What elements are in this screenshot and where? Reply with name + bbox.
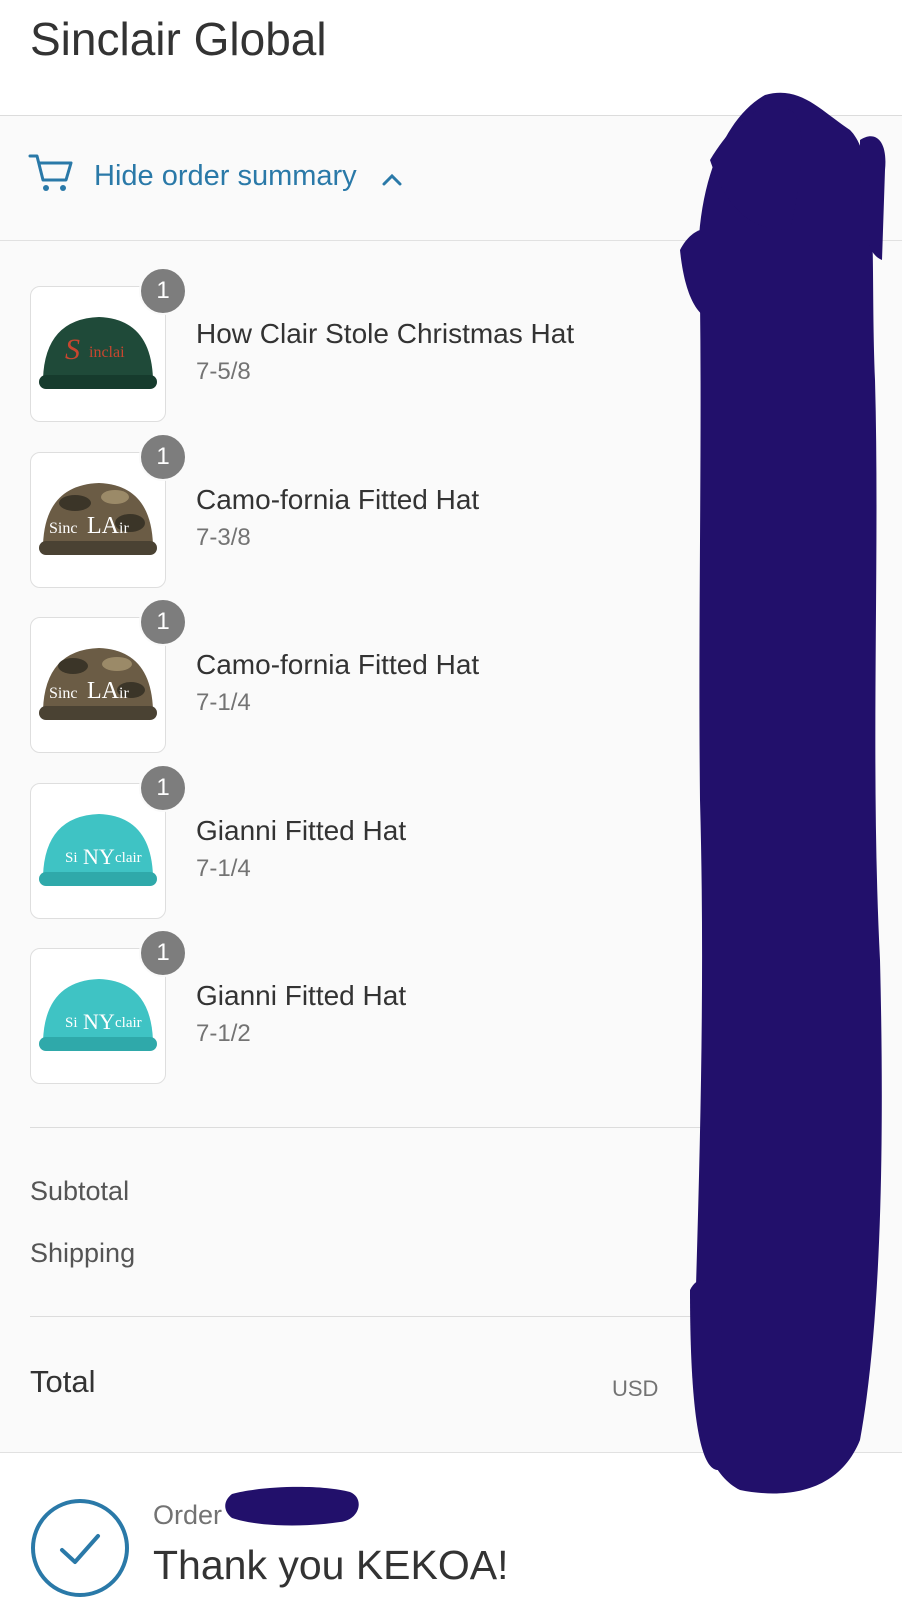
thank-you-message: Thank you KEKOA! <box>153 1542 509 1588</box>
currency-label: USD <box>612 1376 659 1401</box>
divider <box>30 1316 702 1317</box>
line-item: Si NY clair 1 Gianni Fitted Hat 7-1/4 <box>30 764 670 919</box>
line-item: S inclai 1 How Clair Stole Christmas Hat… <box>30 267 670 422</box>
chevron-up-icon <box>382 173 402 186</box>
green-hat-image: S inclai 1 <box>30 267 187 422</box>
line-item: Sinc LA ir 1 Camo-fornia Fitted Hat 7-3/… <box>30 433 670 588</box>
shipping-label: Shipping <box>30 1238 136 1268</box>
line-item: Si NY clair 1 Gianni Fitted Hat 7-1/2 <box>30 929 670 1084</box>
camo-hat-image: Sinc LA ir 1 <box>30 598 187 753</box>
order-summary-toggle[interactable]: Hide order summary <box>0 116 902 241</box>
teal-hat-image: Si NY clair 1 <box>30 929 187 1084</box>
divider <box>30 1127 702 1128</box>
toggle-label[interactable]: Hide order summary <box>94 160 357 193</box>
store-name: Sinclair Global <box>30 13 327 65</box>
item-variant: 7-1/2 <box>196 1020 251 1047</box>
quantity-badge: 1 <box>139 929 187 977</box>
checkmark-icon <box>31 1499 129 1597</box>
store-header: Sinclair Global <box>0 0 902 116</box>
teal-hat-image: Si NY clair 1 <box>30 764 187 919</box>
subtotal-label: Subtotal <box>30 1176 130 1206</box>
svg-text:clair: clair <box>115 850 142 866</box>
svg-text:ir: ir <box>119 685 129 702</box>
svg-text:NY: NY <box>83 844 115 869</box>
item-variant: 7-1/4 <box>196 689 251 716</box>
quantity-badge: 1 <box>139 598 187 646</box>
svg-text:inclai: inclai <box>89 344 125 361</box>
camo-hat-image: Sinc LA ir 1 <box>30 433 187 588</box>
svg-text:S: S <box>65 333 80 366</box>
item-name: How Clair Stole Christmas Hat <box>196 318 575 349</box>
order-number-label: Order <box>153 1500 223 1530</box>
item-name: Camo-fornia Fitted Hat <box>196 649 480 680</box>
svg-text:Si: Si <box>65 1015 78 1031</box>
svg-text:LA: LA <box>87 513 120 539</box>
quantity-badge: 1 <box>139 764 187 812</box>
quantity-badge: 1 <box>139 433 187 481</box>
total-label: Total <box>30 1364 96 1399</box>
svg-text:Sinc: Sinc <box>49 685 77 702</box>
svg-text:NY: NY <box>83 1009 115 1034</box>
item-name: Gianni Fitted Hat <box>196 815 407 846</box>
svg-text:Sinc: Sinc <box>49 520 77 537</box>
svg-text:LA: LA <box>87 678 120 704</box>
svg-text:clair: clair <box>115 1015 142 1031</box>
svg-text:Si: Si <box>65 850 78 866</box>
quantity-badge: 1 <box>139 267 187 315</box>
cart-icon <box>28 154 73 191</box>
item-variant: 7-1/4 <box>196 855 251 882</box>
item-variant: 7-5/8 <box>196 358 251 385</box>
item-name: Gianni Fitted Hat <box>196 980 407 1011</box>
item-name: Camo-fornia Fitted Hat <box>196 484 480 515</box>
svg-text:ir: ir <box>119 520 129 537</box>
item-variant: 7-3/8 <box>196 524 251 551</box>
line-item: Sinc LA ir 1 Camo-fornia Fitted Hat 7-1/… <box>30 598 670 753</box>
